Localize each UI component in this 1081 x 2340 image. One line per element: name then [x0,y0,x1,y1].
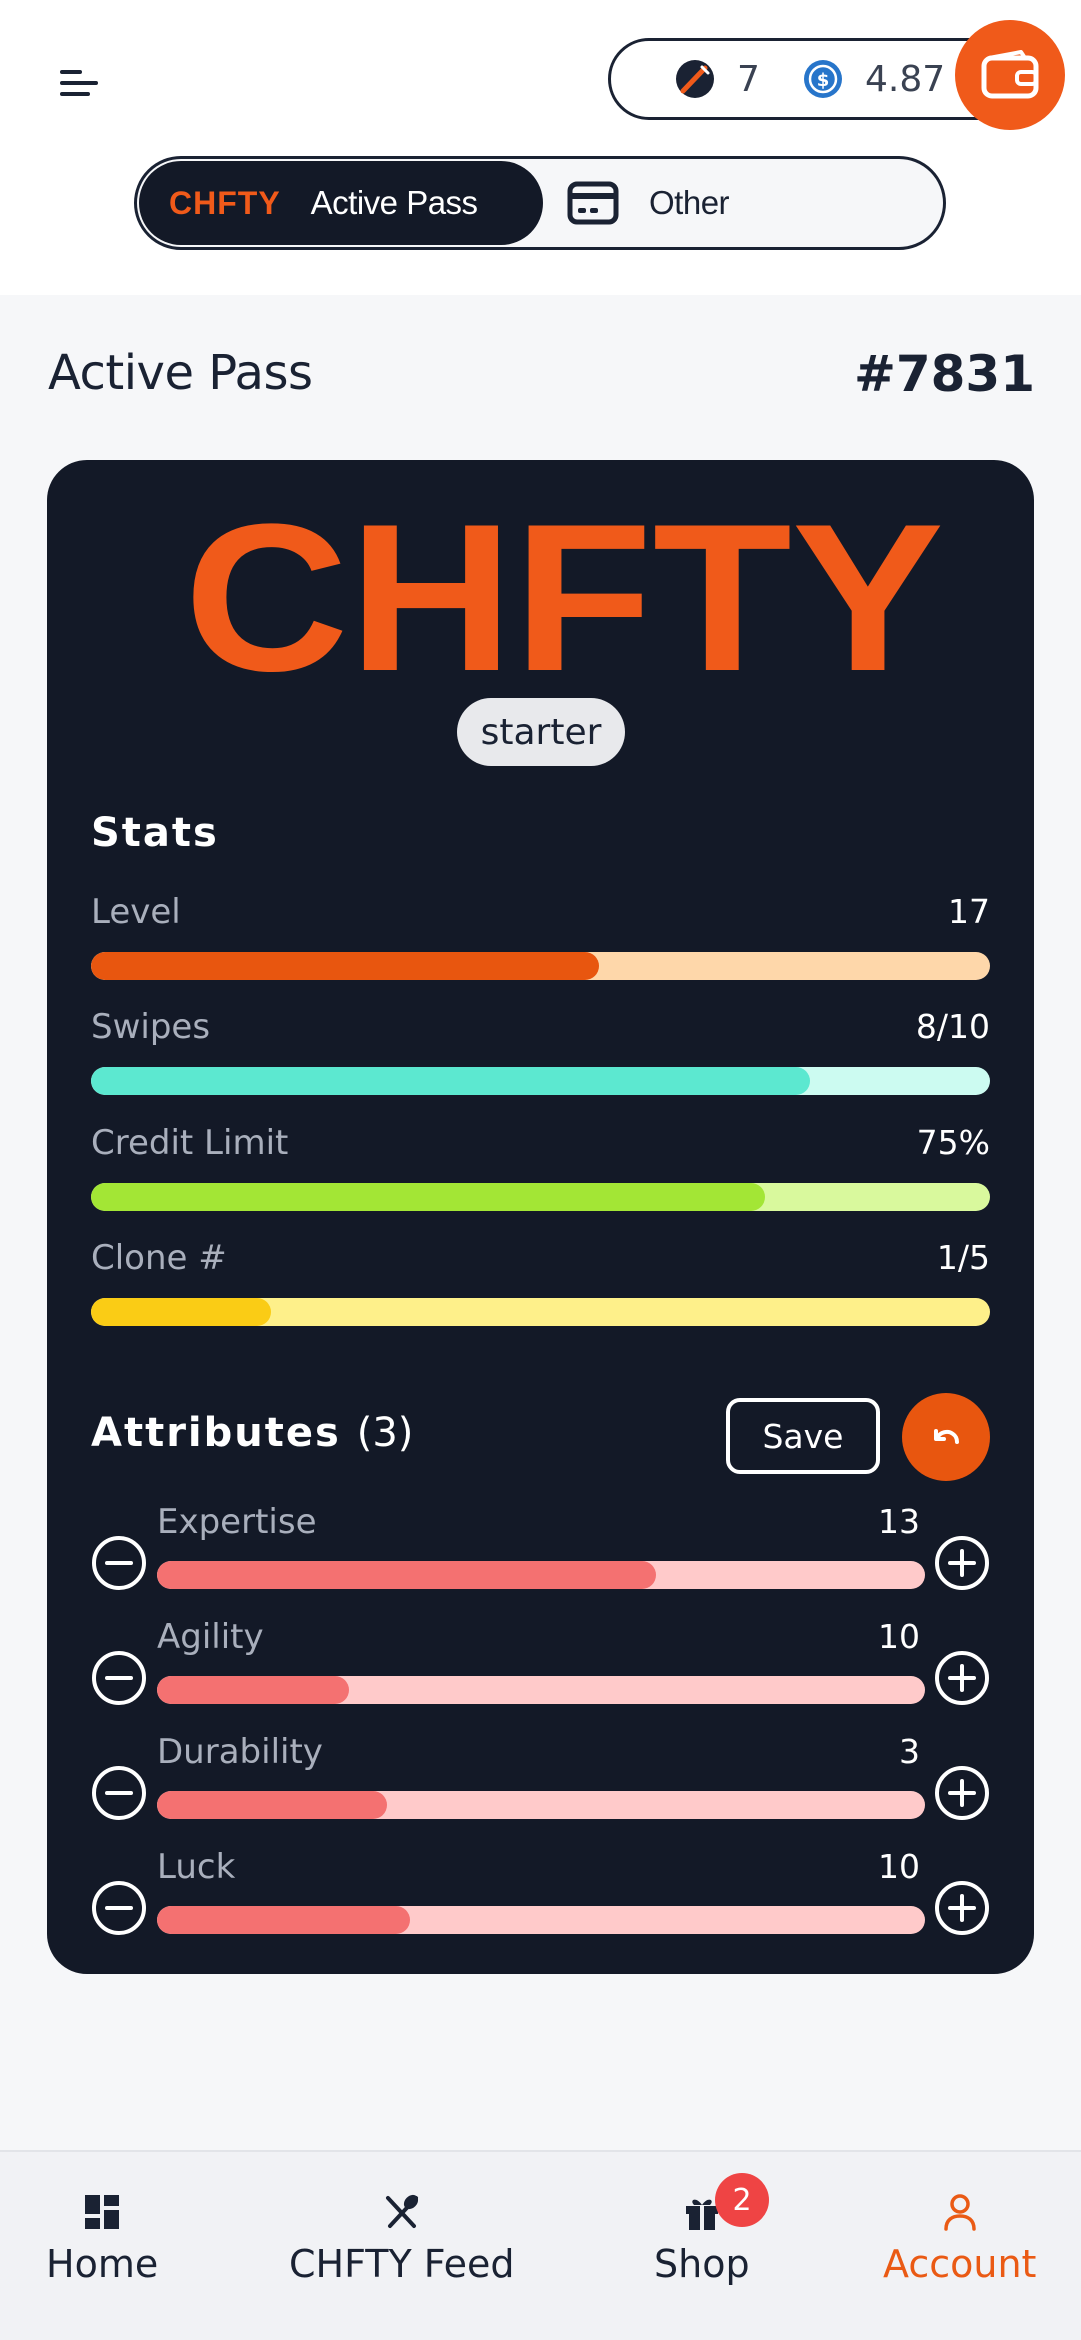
decrease-expertise-button[interactable] [91,1535,147,1591]
attribute-bar-fill [157,1561,657,1589]
nav-account[interactable]: Account [883,2192,1036,2286]
dashboard-icon [85,2195,120,2229]
stat-bar-fill [91,1067,811,1095]
svg-text:$: $ [817,70,830,91]
tab-other-label: Other [649,184,730,221]
attribute-bar-fill [157,1676,349,1704]
stat-label: Swipes [91,1007,211,1047]
attribute-value: 10 [878,1617,920,1656]
stat-label: Credit Limit [91,1123,289,1163]
decrease-luck-button[interactable] [91,1880,147,1936]
usdc-icon: $ [804,60,842,98]
minus-circle-icon [91,1881,147,1940]
usdc-balance: $ 4.87 [803,41,945,117]
increase-agility-button[interactable] [934,1650,990,1706]
chef-balance: 7 [675,41,760,117]
save-button[interactable]: Save [726,1398,880,1474]
usdc-balance-value: 4.87 [865,58,946,100]
stat-bar-fill [91,1298,271,1326]
undo-icon [934,1429,959,1444]
wallet-icon [981,50,1039,99]
user-icon [943,2194,976,2231]
tab-active-pass-label: Active Pass [310,184,478,221]
pass-number: #7831 [853,345,1035,403]
nav-feed-label: CHFTY Feed [289,2242,515,2286]
tab-other[interactable]: Other [567,159,730,247]
stat-label: Level [91,892,181,932]
attribute-bar-fill [157,1791,388,1819]
nav-shop-label: Shop [654,2242,750,2286]
menu-icon[interactable] [52,58,112,108]
stat-label: Clone # [91,1238,227,1278]
undo-button[interactable] [902,1393,990,1481]
stat-bar-fill [91,1183,766,1211]
stat-value: 17 [948,892,990,931]
tab-active-pass[interactable]: CHFTY Active Pass [139,161,543,245]
attribute-label: Expertise [157,1502,317,1542]
page-title: Active Pass [48,345,313,401]
increase-luck-button[interactable] [934,1880,990,1936]
stat-bar [91,1067,990,1095]
stat-bar [91,952,990,980]
attribute-bar [157,1676,925,1704]
decrease-agility-button[interactable] [91,1650,147,1706]
attributes-title-label: Attributes [91,1410,341,1456]
stat-bar-fill [91,952,599,980]
attribute-value: 10 [878,1847,920,1886]
attribute-bar-fill [157,1906,411,1934]
plus-circle-icon [934,1766,990,1825]
bottom-nav: Home CHFTY Feed Shop Account [0,2150,1081,2340]
svg-text:CHFTY: CHFTY [184,510,944,690]
minus-circle-icon [91,1536,147,1595]
attribute-value: 13 [878,1502,920,1541]
attribute-bar [157,1791,925,1819]
card-icon [567,181,619,225]
attribute-label: Luck [157,1847,236,1887]
attribute-bar [157,1561,925,1589]
chef-balance-value: 7 [737,58,760,100]
stat-value: 75% [916,1123,990,1162]
nav-home-label: Home [46,2242,159,2286]
stat-value: 1/5 [936,1238,990,1277]
nav-feed[interactable]: CHFTY Feed [289,2192,514,2286]
plus-circle-icon [934,1881,990,1940]
shop-badge: 2 [715,2173,769,2227]
top-bar: 7 $ 4.87 CHFTY Active Pass Other [0,0,1081,295]
increase-expertise-button[interactable] [934,1535,990,1591]
minus-circle-icon [91,1766,147,1825]
plus-circle-icon [934,1536,990,1595]
stat-bar [91,1183,990,1211]
minus-circle-icon [91,1651,147,1710]
chfty-logo: CHFTY [184,510,944,690]
chfty-logo-small: CHFTY [169,184,281,221]
plus-circle-icon [934,1651,990,1710]
increase-durability-button[interactable] [934,1765,990,1821]
attribute-label: Agility [157,1617,264,1657]
stat-bar [91,1298,990,1326]
wallet-button[interactable] [955,20,1065,130]
nav-account-label: Account [883,2242,1037,2286]
attribute-value: 3 [899,1732,920,1771]
pass-type-toggle: CHFTY Active Pass Other [134,156,946,250]
nav-home[interactable]: Home [46,2192,158,2286]
stats-title: Stats [91,810,219,856]
chef-token-icon [676,60,714,98]
attributes-count: (3) [356,1410,414,1456]
pass-card: CHFTY starter Stats Level 17 Swipes 8/10… [47,460,1034,1974]
decrease-durability-button[interactable] [91,1765,147,1821]
attribute-bar [157,1906,925,1934]
attribute-label: Durability [157,1732,323,1772]
attributes-title: Attributes (3) [91,1410,413,1456]
tier-badge: starter [457,698,625,766]
stat-value: 8/10 [915,1007,990,1046]
utensils-icon [385,2194,418,2228]
